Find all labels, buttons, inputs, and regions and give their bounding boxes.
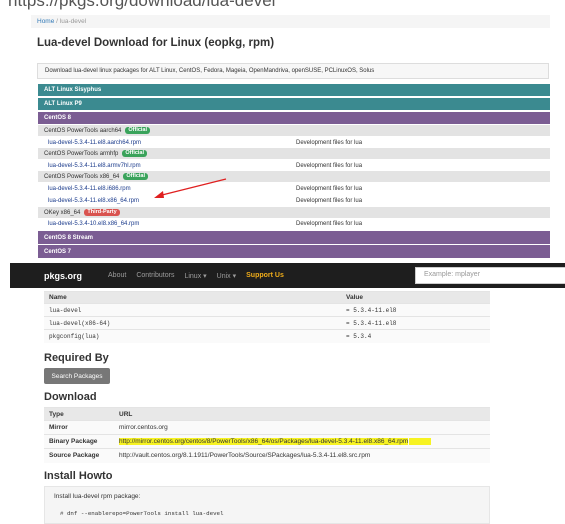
address-url: https://pkgs.org/download/lua-devel	[8, 0, 276, 10]
package-description: Development files for lua	[296, 185, 363, 192]
breadcrumb: Home / lua-devel	[31, 15, 550, 28]
repo-header-x86-64: CentOS PowerTools x86_64 Official	[38, 171, 550, 182]
repo-name: CentOS PowerTools armhfp	[44, 150, 119, 157]
package-description: Development files for lua	[296, 162, 363, 169]
package-row: lua-devel-5.3.4-11.el8.i686.rpm Developm…	[38, 183, 550, 194]
provides-name: pkgconfig(lua)	[44, 329, 341, 343]
official-badge: Official	[125, 127, 151, 134]
package-row: lua-devel-5.3.4-11.el8.aarch64.rpm Devel…	[38, 137, 550, 148]
download-type: Binary Package	[44, 434, 114, 449]
mirror-link[interactable]: mirror.centos.org	[114, 420, 490, 435]
download-type: Source Package	[44, 448, 114, 463]
red-arrow-annotation	[154, 178, 227, 198]
repo-header-okey: OKey x86_64 Third-Party	[38, 207, 550, 218]
install-instructions: Install lua-devel rpm package:	[54, 493, 141, 500]
repo-header-aarch64: CentOS PowerTools aarch64 Official	[38, 125, 550, 136]
package-row: lua-devel-5.3.4-10.el8.x86_64.rpm Develo…	[38, 218, 550, 229]
search-packages-button[interactable]: Search Packages	[44, 368, 110, 384]
repo-header-armhfp: CentOS PowerTools armhfp Official	[38, 148, 550, 159]
column-header-value: Value	[341, 291, 490, 304]
repo-name: CentOS PowerTools aarch64	[44, 127, 122, 134]
package-link[interactable]: lua-devel-5.3.4-11.el8.armv7hl.rpm	[48, 163, 296, 169]
package-link[interactable]: lua-devel-5.3.4-11.el8.aarch64.rpm	[48, 140, 296, 146]
install-command: # dnf --enablerepo=PowerTools install lu…	[60, 510, 224, 517]
breadcrumb-separator: /	[56, 18, 58, 25]
provides-value: = 5.3.4-11.el8	[341, 303, 490, 317]
official-badge: Official	[123, 173, 149, 180]
column-header-url: URL	[114, 407, 490, 421]
download-heading: Download	[44, 391, 97, 403]
package-description: Development files for lua	[296, 197, 363, 204]
binary-url-cell: http://mirror.centos.org/centos/8/PowerT…	[114, 434, 490, 449]
column-header-name: Name	[44, 291, 341, 304]
package-link[interactable]: lua-devel-5.3.4-10.el8.x86_64.rpm	[48, 221, 296, 227]
table-row: pkgconfig(lua) = 5.3.4	[44, 329, 490, 343]
column-header-type: Type	[44, 407, 114, 421]
package-row: lua-devel-5.3.4-11.el8.armv7hl.rpm Devel…	[38, 160, 550, 171]
nav-linux-dropdown[interactable]: Linux ▾	[184, 272, 206, 280]
search-input[interactable]: Example: mplayer	[415, 267, 565, 284]
required-by-heading: Required By	[44, 352, 109, 364]
page-title: Lua-devel Download for Linux (eopkg, rpm…	[37, 37, 275, 49]
repo-name: CentOS PowerTools x86_64	[44, 173, 120, 180]
distro-centos8[interactable]: CentOS 8	[38, 112, 550, 124]
package-description: Development files for lua	[296, 220, 363, 227]
provides-name: lua-devel(x86-64)	[44, 316, 341, 330]
install-howto-heading: Install Howto	[44, 470, 113, 482]
nav-support-us[interactable]: Support Us	[246, 272, 284, 279]
table-row: lua-devel(x86-64) = 5.3.4-11.el8	[44, 316, 490, 330]
download-type: Mirror	[44, 420, 114, 435]
distro-alt-sisyphus[interactable]: ALT Linux Sisyphus	[38, 84, 550, 96]
provides-value: = 5.3.4	[341, 329, 490, 343]
info-box: Download lua-devel linux packages for AL…	[37, 63, 549, 79]
install-howto-box: Install lua-devel rpm package: # dnf --e…	[44, 486, 490, 524]
provides-table: Name Value lua-devel = 5.3.4-11.el8 lua-…	[44, 291, 490, 343]
distro-centos8-stream[interactable]: CentOS 8 Stream	[38, 231, 550, 244]
nav-about[interactable]: About	[108, 272, 126, 279]
provides-value: = 5.3.4-11.el8	[341, 316, 490, 330]
top-navbar: pkgs.org About Contributors Linux ▾ Unix…	[10, 263, 565, 288]
third-party-badge: Third-Party	[84, 209, 120, 216]
breadcrumb-current: lua-devel	[59, 18, 87, 25]
provides-name: lua-devel	[44, 303, 341, 317]
breadcrumb-home-link[interactable]: Home	[37, 18, 54, 25]
package-description: Development files for lua	[296, 139, 363, 146]
binary-package-link[interactable]: http://mirror.centos.org/centos/8/PowerT…	[119, 438, 409, 446]
source-package-link[interactable]: http://vault.centos.org/8.1.1911/PowerTo…	[114, 448, 490, 463]
nav-contributors[interactable]: Contributors	[136, 272, 174, 279]
package-row: lua-devel-5.3.4-11.el8.x86_64.rpm Develo…	[38, 195, 550, 206]
repo-name: OKey x86_64	[44, 209, 81, 216]
download-table: Type URL Mirror mirror.centos.org Binary…	[44, 407, 490, 463]
distro-alt-p9[interactable]: ALT Linux P9	[38, 98, 550, 110]
table-row: Source Package http://vault.centos.org/8…	[44, 448, 490, 463]
table-row: Mirror mirror.centos.org	[44, 420, 490, 435]
nav-unix-dropdown[interactable]: Unix ▾	[217, 272, 236, 280]
distro-centos7[interactable]: CentOS 7	[38, 245, 550, 258]
table-row: lua-devel = 5.3.4-11.el8	[44, 303, 490, 317]
site-logo[interactable]: pkgs.org	[44, 271, 82, 281]
official-badge: Official	[122, 150, 148, 157]
highlight-marker	[409, 437, 432, 445]
table-row: Binary Package http://mirror.centos.org/…	[44, 434, 490, 449]
